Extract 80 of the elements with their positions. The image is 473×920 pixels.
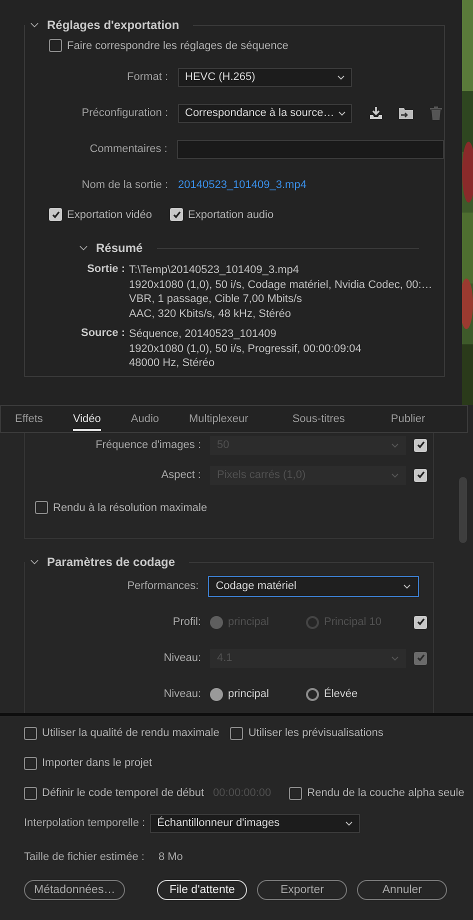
caret-icon xyxy=(337,74,345,80)
checkbox-label: Utiliser les prévisualisations xyxy=(248,727,384,739)
tab[interactable]: Sous-titres xyxy=(292,413,345,431)
checkbox[interactable] xyxy=(49,39,62,52)
tab[interactable]: Audio xyxy=(130,413,160,431)
checkbox[interactable] xyxy=(35,501,48,514)
tab[interactable]: Vidéo xyxy=(72,413,101,431)
button[interactable]: Métadonnées… xyxy=(24,880,126,900)
checkbox-label: Importer dans le projet xyxy=(42,757,152,769)
field-label: Commentaires : xyxy=(88,143,168,155)
section-title: Réglages d'exportation xyxy=(47,18,180,32)
folder-import-icon[interactable] xyxy=(398,105,414,121)
field-label: Préconfiguration : xyxy=(80,107,168,119)
button[interactable]: Exporter xyxy=(257,880,348,900)
field-label: Niveau: xyxy=(162,652,201,664)
field-label: Profil: xyxy=(172,616,201,628)
checkbox-label: Faire correspondre les réglages de séquence xyxy=(67,40,288,52)
checkbox[interactable] xyxy=(170,208,183,221)
field-label: Interpolation temporelle : xyxy=(24,817,146,829)
checkbox[interactable] xyxy=(230,726,244,740)
field-label: Performances: xyxy=(126,580,199,592)
check-icon xyxy=(416,440,426,450)
radio-button[interactable]: Élevée xyxy=(306,688,402,700)
summary-line: AAC, 320 Kbits/s, 48 kHz, Stéréo xyxy=(129,306,292,321)
checkbox-label: Rendu de la couche alpha seule xyxy=(307,787,464,799)
output-file-link[interactable]: 20140523_101409_3.mp4 xyxy=(178,179,306,191)
performance-dropdown[interactable]: Codage matériel xyxy=(208,576,420,596)
field-label: Niveau: xyxy=(162,688,201,700)
checkbox-label: Utiliser la qualité de rendu maximale xyxy=(42,727,220,739)
checkbox[interactable] xyxy=(24,726,37,740)
caret-icon xyxy=(391,472,399,478)
file-size-value: 8 Mo xyxy=(158,851,183,863)
checkbox-label: Exportation audio xyxy=(188,208,274,220)
field-label: Aspect : xyxy=(160,469,201,481)
checkbox[interactable] xyxy=(24,786,37,800)
checkbox-label: Définir le code temporel de début xyxy=(42,787,204,799)
summary-line: Séquence, 20140523_101409 xyxy=(129,327,278,342)
field-label: Fréquence d'images : xyxy=(94,439,201,451)
checkbox[interactable] xyxy=(24,756,37,770)
summary-label: Source : xyxy=(80,327,125,341)
interpolation-dropdown[interactable]: Échantillonneur d'images xyxy=(150,814,360,832)
summary-line: 1920x1080 (1,0), 50 i/s, Progressif, 00:00:09:04 xyxy=(129,342,362,356)
check-icon xyxy=(416,617,426,627)
tab[interactable]: Multiplexeur xyxy=(189,413,248,431)
field-label: Nom de la sortie : xyxy=(80,179,168,191)
checkbox[interactable] xyxy=(49,208,62,221)
checkbox[interactable] xyxy=(289,786,302,800)
caret-icon xyxy=(391,656,399,660)
caret-icon xyxy=(338,110,346,116)
check-icon xyxy=(416,653,426,663)
caret-icon xyxy=(345,820,354,826)
button[interactable]: Annuler xyxy=(357,880,448,900)
radio-button[interactable]: principal xyxy=(210,688,306,700)
section-title: Résumé xyxy=(96,241,143,255)
comments-field[interactable] xyxy=(177,140,444,158)
preset-dropdown[interactable]: Correspondance à la source… xyxy=(178,104,352,122)
caret-icon xyxy=(391,442,399,448)
summary-line: T:\Temp\20140523_101409_3.mp4 xyxy=(129,263,300,278)
summary-line: 1920x1080 (1,0), 50 i/s, Codage matériel, Nvidia Codec, 00:… xyxy=(129,278,432,292)
section-title: Paramètres de codage xyxy=(47,555,176,569)
field-label: Format : xyxy=(126,71,168,83)
check-icon xyxy=(172,210,182,220)
chevron-icon[interactable] xyxy=(30,559,39,565)
check-icon xyxy=(50,210,60,220)
tab[interactable]: Publier xyxy=(390,413,426,431)
check-icon xyxy=(416,470,426,480)
button[interactable]: File d'attente xyxy=(157,880,248,900)
format-dropdown[interactable]: HEVC (H.265) xyxy=(178,68,352,86)
caret-icon xyxy=(403,584,412,588)
field-label: Taille de fichier estimée : xyxy=(24,851,144,863)
chevron-icon[interactable] xyxy=(79,245,88,251)
checkbox-label: Rendu à la résolution maximale xyxy=(53,502,208,514)
summary-line: 48000 Hz, Stéréo xyxy=(129,356,216,370)
summary-label: Sortie : xyxy=(86,263,125,277)
scrollbar[interactable] xyxy=(459,477,467,543)
summary-line: VBR, 1 passage, Cible 7,00 Mbits/s xyxy=(129,292,304,306)
tab[interactable]: Effets xyxy=(15,413,43,431)
download-icon[interactable] xyxy=(368,105,384,121)
checkbox-label: Exportation vidéo xyxy=(67,208,152,220)
chevron-icon[interactable] xyxy=(30,22,39,28)
